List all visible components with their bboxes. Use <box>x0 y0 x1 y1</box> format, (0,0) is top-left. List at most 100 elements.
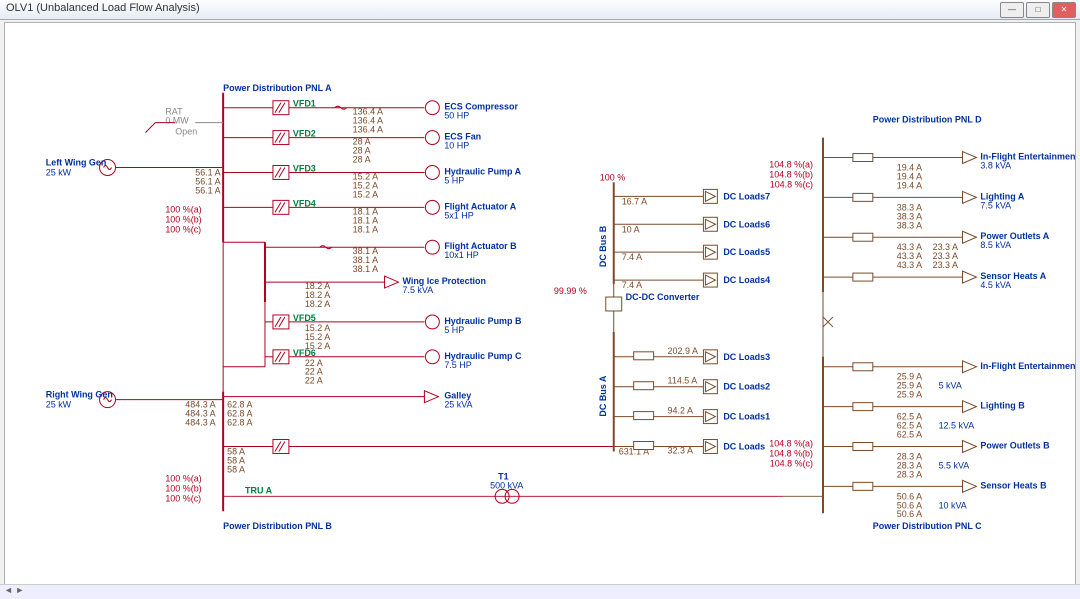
branch-vfd4[interactable]: VFD4 18.1 A 18.1 A 18.1 A Flight Actuato… <box>223 198 517 234</box>
svg-text:10x1 HP: 10x1 HP <box>444 250 478 260</box>
svg-text:VFD6: VFD6 <box>293 348 316 358</box>
svg-text:100 %(b): 100 %(b) <box>165 214 201 224</box>
svg-text:DC Loads6: DC Loads6 <box>723 219 770 229</box>
svg-text:104.8 %(a): 104.8 %(a) <box>769 159 813 169</box>
svg-text:VFD1: VFD1 <box>293 99 316 109</box>
svg-text:Power Distribution PNL B: Power Distribution PNL B <box>223 521 332 531</box>
svg-text:202.9 A: 202.9 A <box>668 346 698 356</box>
svg-text:In-Flight Entertainment B: In-Flight Entertainment B <box>980 361 1075 371</box>
dc-loads-5[interactable]: 7.4 A DC Loads5 <box>614 245 770 262</box>
svg-text:7.4 A: 7.4 A <box>622 280 642 290</box>
svg-text:7.4 A: 7.4 A <box>622 252 642 262</box>
status-bar: ◄ ► <box>0 584 1080 599</box>
svg-text:10 kVA: 10 kVA <box>939 500 967 510</box>
svg-text:25 kW: 25 kW <box>46 400 72 410</box>
svg-text:18.2 A: 18.2 A <box>305 299 330 309</box>
svg-text:500 kVA: 500 kVA <box>490 480 523 490</box>
svg-text:94.2 A: 94.2 A <box>668 406 693 416</box>
svg-text:100 %(a): 100 %(a) <box>165 204 201 214</box>
title-bar: OLV1 (Unbalanced Load Flow Analysis) — □… <box>0 0 1080 20</box>
svg-text:58 A: 58 A <box>227 464 245 474</box>
svg-text:5.5 kVA: 5.5 kVA <box>939 460 970 470</box>
pnl-a-label: Power Distribution PNL A <box>223 83 332 93</box>
branch-vfd1[interactable]: VFD1 136.4 A 136.4 A 136.4 A ECS Compres… <box>223 99 518 135</box>
dc-loads-7[interactable]: 16.7 A DC Loads7 <box>614 189 770 206</box>
svg-text:50 HP: 50 HP <box>444 111 469 121</box>
svg-text:22 A: 22 A <box>305 376 323 386</box>
minimize-button[interactable]: — <box>1000 2 1024 18</box>
window-buttons: — □ ✕ <box>1000 2 1076 18</box>
branch-lighting-b[interactable]: Lighting B 62.5 A 62.5 A 62.5 A 12.5 kVA <box>823 401 1025 440</box>
scroll-arrows[interactable]: ◄ ► <box>4 585 24 595</box>
svg-text:7.5 kVA: 7.5 kVA <box>402 285 433 295</box>
svg-text:62.5 A: 62.5 A <box>897 430 922 440</box>
svg-text:Left Wing Gen: Left Wing Gen <box>46 157 107 167</box>
svg-text:DC Loads1: DC Loads1 <box>723 412 770 422</box>
svg-text:DC Loads4: DC Loads4 <box>723 275 770 285</box>
svg-text:99.99 %: 99.99 % <box>554 286 587 296</box>
svg-text:43.3 A: 43.3 A <box>897 260 922 270</box>
branch-sh-a[interactable]: Sensor Heats A 4.5 kVA <box>823 271 1047 290</box>
svg-text:100 %(c): 100 %(c) <box>165 493 201 503</box>
svg-text:18.1 A: 18.1 A <box>353 224 378 234</box>
branch-sh-b[interactable]: Sensor Heats B 50.6 A 50.6 A 50.6 A 10 k… <box>823 480 1047 519</box>
svg-text:5 HP: 5 HP <box>444 325 464 335</box>
svg-text:5 HP: 5 HP <box>444 175 464 185</box>
branch-po-b[interactable]: Power Outlets B 28.3 A 28.3 A 28.3 A 5.5… <box>823 440 1050 479</box>
close-button[interactable]: ✕ <box>1052 2 1076 18</box>
svg-text:3.8 kVA: 3.8 kVA <box>980 160 1011 170</box>
svg-text:28.3 A: 28.3 A <box>897 469 922 479</box>
svg-text:DC Bus A: DC Bus A <box>598 375 608 416</box>
svg-text:32.3 A: 32.3 A <box>668 445 693 455</box>
svg-text:DC Loads: DC Loads <box>723 441 765 451</box>
svg-text:104.8 %(b): 104.8 %(b) <box>769 169 813 179</box>
dc-loads-1[interactable]: 94.2 A DC Loads1 <box>614 406 770 424</box>
branch-po-a[interactable]: Power Outlets A 8.5 kVA 43.3 A 43.3 A 43… <box>823 231 1050 270</box>
svg-text:104.8 %(c): 104.8 %(c) <box>770 179 813 189</box>
svg-text:DC Loads3: DC Loads3 <box>723 352 770 362</box>
branch-lighting-a[interactable]: Lighting A 7.5 kVA 38.3 A 38.3 A 38.3 A <box>823 191 1025 230</box>
svg-text:25.9 A: 25.9 A <box>897 390 922 400</box>
maximize-button[interactable]: □ <box>1026 2 1050 18</box>
svg-text:114.5 A: 114.5 A <box>668 376 698 386</box>
svg-text:12.5 kVA: 12.5 kVA <box>939 421 975 431</box>
svg-text:104.8 %(c): 104.8 %(c) <box>770 458 813 468</box>
svg-text:VFD5: VFD5 <box>293 313 316 323</box>
svg-text:104.8 %(a): 104.8 %(a) <box>769 438 813 448</box>
dc-loads-3[interactable]: 202.9 A DC Loads3 <box>614 346 770 364</box>
svg-text:10 A: 10 A <box>622 224 640 234</box>
svg-text:DC Loads2: DC Loads2 <box>723 382 770 392</box>
svg-text:Power Distribution PNL D: Power Distribution PNL D <box>873 115 982 125</box>
svg-text:484.3 A: 484.3 A <box>185 418 215 428</box>
svg-text:136.4 A: 136.4 A <box>353 125 383 135</box>
svg-text:4.5 kVA: 4.5 kVA <box>980 280 1011 290</box>
svg-text:0 MW: 0 MW <box>165 116 189 126</box>
svg-text:16.7 A: 16.7 A <box>622 196 647 206</box>
svg-text:5 kVA: 5 kVA <box>939 381 962 391</box>
dcdc-box[interactable] <box>606 297 622 311</box>
svg-text:15.2 A: 15.2 A <box>353 189 378 199</box>
dc-loads-4[interactable]: 7.4 A DC Loads4 <box>614 273 770 290</box>
dc-loads-6[interactable]: 10 A DC Loads6 <box>614 217 770 234</box>
svg-text:10 HP: 10 HP <box>444 141 469 151</box>
svg-text:5x1 HP: 5x1 HP <box>444 210 473 220</box>
branch-vfd3[interactable]: VFD3 15.2 A 15.2 A 15.2 A Hydraulic Pump… <box>223 163 522 199</box>
diagram-canvas[interactable]: Power Distribution PNL A 100 %(a) 100 %(… <box>4 22 1076 585</box>
svg-text:28 A: 28 A <box>353 155 371 165</box>
svg-text:Sensor Heats B: Sensor Heats B <box>980 480 1047 490</box>
svg-text:DC Loads7: DC Loads7 <box>723 191 770 201</box>
dc-loads-2[interactable]: 114.5 A DC Loads2 <box>614 376 770 394</box>
svg-text:50.6 A: 50.6 A <box>897 509 922 519</box>
branch-ife-a[interactable]: In-Flight Entertainment A 3.8 kVA 19.4 A… <box>823 152 1075 191</box>
svg-text:DC-DC Converter: DC-DC Converter <box>626 292 700 302</box>
branch-ife-b[interactable]: In-Flight Entertainment B 25.9 A 25.9 A … <box>823 361 1075 400</box>
svg-text:25 kW: 25 kW <box>46 167 72 177</box>
svg-text:56.1 A: 56.1 A <box>195 185 220 195</box>
branch-vfd6[interactable]: VFD6 22 A 22 A 22 A Hydraulic Pump C 7.5… <box>265 348 522 386</box>
svg-text:VFD2: VFD2 <box>293 129 316 139</box>
svg-text:100 %: 100 % <box>600 172 625 182</box>
svg-text:7.5 HP: 7.5 HP <box>444 360 471 370</box>
svg-text:100 %(c): 100 %(c) <box>165 224 201 234</box>
svg-text:19.4 A: 19.4 A <box>897 180 922 190</box>
ecs-compressor-icon[interactable] <box>425 101 439 115</box>
